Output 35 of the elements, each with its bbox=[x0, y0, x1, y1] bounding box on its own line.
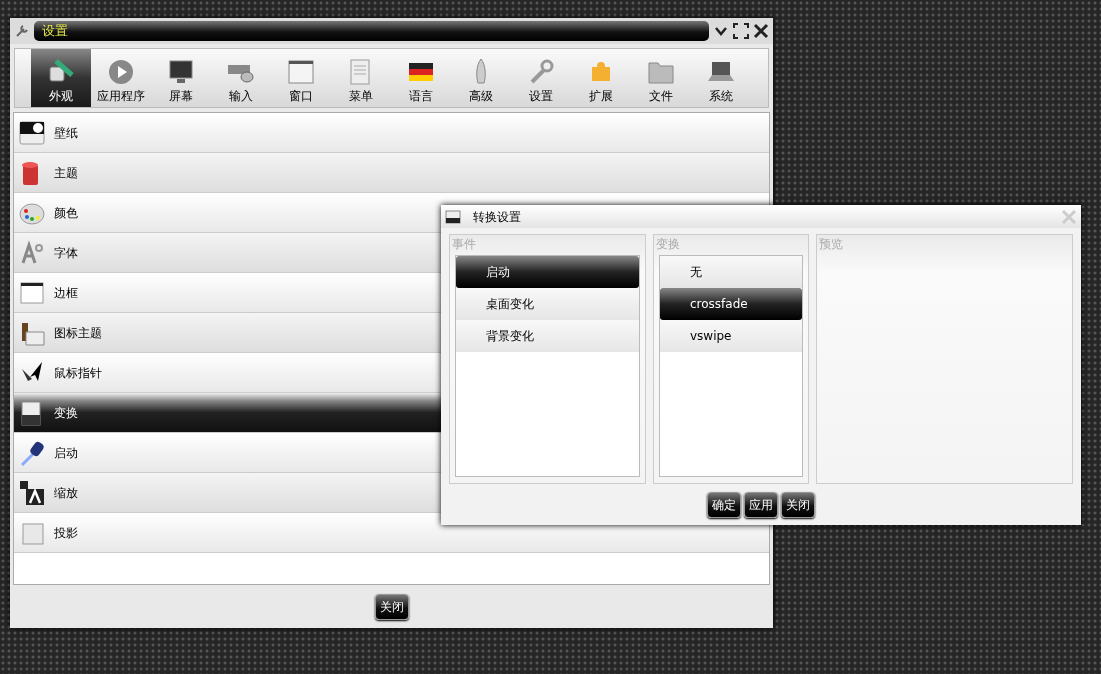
panel-heading: 变换 bbox=[655, 236, 681, 253]
list-item[interactable]: 背景变化 bbox=[456, 320, 639, 352]
close-button[interactable]: 关闭 bbox=[374, 593, 409, 620]
window-icon bbox=[445, 208, 461, 225]
dialog-button[interactable]: 应用 bbox=[744, 491, 778, 518]
settings-list-item[interactable]: 主题 bbox=[14, 153, 769, 193]
toolbar-tab[interactable]: 外观 bbox=[31, 49, 91, 107]
play-icon bbox=[106, 57, 136, 87]
dialog-title: 转换设置 bbox=[473, 208, 522, 226]
picture-icon bbox=[18, 118, 46, 147]
toolbar-tab[interactable]: 设置 bbox=[511, 49, 571, 107]
list-item[interactable]: 桌面变化 bbox=[456, 288, 639, 320]
toolbar-tab[interactable]: 高级 bbox=[451, 49, 511, 107]
window-title: 设置 bbox=[34, 21, 709, 41]
toolbar-tab[interactable]: 系统 bbox=[691, 49, 751, 107]
maximize-icon[interactable] bbox=[733, 23, 749, 39]
toolbar-tab[interactable]: 语言 bbox=[391, 49, 451, 107]
panel-heading: 事件 bbox=[451, 236, 477, 253]
toolbar-tab[interactable]: 菜单 bbox=[331, 49, 391, 107]
list-item[interactable]: 无 bbox=[660, 256, 802, 288]
window-icon bbox=[286, 57, 316, 87]
close-icon[interactable] bbox=[753, 23, 769, 39]
list-item[interactable]: 启动 bbox=[456, 256, 639, 288]
toolbar-tab[interactable]: 窗口 bbox=[271, 49, 331, 107]
toolbar-tab[interactable]: 应用程序 bbox=[91, 49, 151, 107]
toolbar-tab[interactable]: 文件 bbox=[631, 49, 691, 107]
list-item[interactable]: vswipe bbox=[660, 320, 802, 352]
toolbar-tab[interactable]: 输入 bbox=[211, 49, 271, 107]
toolbar-tab[interactable]: 屏幕 bbox=[151, 49, 211, 107]
dialog-button[interactable]: 确定 bbox=[707, 491, 741, 518]
toolbar-tab[interactable]: 扩展 bbox=[571, 49, 631, 107]
panel-heading: 预览 bbox=[818, 236, 844, 253]
dialog-button[interactable]: 关闭 bbox=[781, 491, 815, 518]
letter-icon bbox=[18, 478, 46, 507]
list-item[interactable]: crossfade bbox=[660, 288, 802, 320]
